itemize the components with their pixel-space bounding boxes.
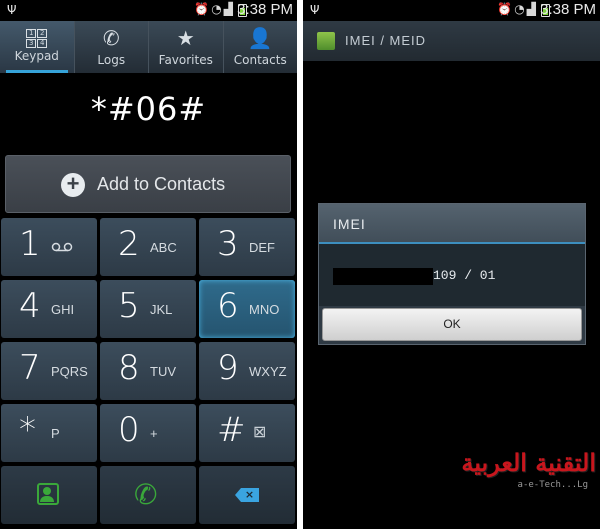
ok-button[interactable]: OK [322, 308, 582, 341]
phone-call-icon: ✆ [134, 478, 158, 511]
alarm-icon: ⏰ [497, 2, 515, 16]
key-8[interactable]: 8 TUV [100, 342, 196, 400]
tab-favorites[interactable]: ★ Favorites [149, 21, 224, 73]
dialer-tabs: 12 34 Keypad ✆ Logs ★ Favorites 👤 Contac… [0, 21, 297, 73]
key-4[interactable]: 4 GHI [1, 280, 97, 338]
key-3[interactable]: 3 DEF [199, 218, 295, 276]
key-digit: 0 [118, 410, 140, 450]
key-digit: 5 [118, 286, 140, 326]
status-bar: Ψ ⏰◔▟ 3:38 PM [303, 0, 600, 21]
tab-label: Logs [97, 53, 126, 67]
backspace-icon: × [235, 488, 259, 502]
screen-title: IMEI / MEID [345, 33, 427, 48]
key-letters: + [150, 426, 158, 441]
key-letters: MNO [249, 302, 280, 317]
watermark-sub: a-e-Tech...Lg [517, 480, 588, 490]
key-digit: # [217, 410, 246, 450]
usb-icon: Ψ [310, 3, 320, 17]
alarm-icon: ⏰ [194, 2, 212, 16]
dialog-title: IMEI [319, 204, 585, 244]
dialer-screen: Ψ ⏰◔▟ 3:38 PM 12 34 Keypad ✆ Logs ★ Favo… [0, 0, 297, 529]
person-icon: 👤 [247, 26, 273, 50]
status-icons: ⏰◔▟ [497, 2, 538, 16]
imei-value: 109 / 01 [433, 268, 496, 283]
key-1[interactable]: 1 [1, 218, 97, 276]
key-letters: PQRS [51, 364, 88, 379]
key-letters: P [51, 426, 60, 441]
watermark-main: التقنية العربية [461, 448, 596, 477]
status-bar: Ψ ⏰◔▟ 3:38 PM [0, 0, 297, 21]
status-icons: ⏰◔▟ [194, 2, 235, 16]
title-bar: IMEI / MEID [303, 21, 600, 61]
key-letters: GHI [51, 302, 75, 317]
vibrate-mute-icon: ⊠ [253, 422, 267, 441]
logs-icon: ✆ [102, 26, 120, 50]
usb-icon: Ψ [7, 3, 17, 17]
key-letters: TUV [150, 364, 176, 379]
key-6[interactable]: 6 MNO [199, 280, 295, 338]
key-digit: 1 [19, 224, 41, 264]
key-0[interactable]: 0 + [100, 404, 196, 462]
status-time: 3:38 PM [540, 1, 596, 18]
key-letters: JKL [150, 302, 173, 317]
wifi-icon: ◔ [514, 2, 527, 16]
dialog-body: 109 / 01 [319, 244, 585, 306]
key-digit: 6 [217, 286, 239, 326]
tab-label: Favorites [158, 53, 213, 67]
redaction-bar [333, 268, 433, 285]
key-hash[interactable]: # ⊠ [199, 404, 295, 462]
add-to-contacts-button[interactable]: + Add to Contacts [5, 155, 291, 213]
app-icon [317, 32, 335, 50]
plus-icon: + [61, 173, 85, 197]
key-2[interactable]: 2 ABC [100, 218, 196, 276]
status-time: 3:38 PM [237, 1, 293, 18]
key-letters: DEF [249, 240, 275, 255]
keypad-icon: 12 34 [26, 29, 48, 48]
key-digit: 4 [19, 286, 41, 326]
key-letters: ABC [150, 240, 177, 255]
key-digit: 3 [217, 224, 239, 264]
tab-keypad[interactable]: 12 34 Keypad [0, 21, 75, 73]
key-digit: 7 [19, 348, 41, 388]
tab-contacts[interactable]: 👤 Contacts [224, 21, 298, 73]
star-icon: ★ [176, 26, 195, 50]
watermark-logo: التقنية العربية a-e-Tech...Lg [440, 448, 600, 498]
key-9[interactable]: 9 WXYZ [199, 342, 295, 400]
contact-card-icon [37, 483, 59, 505]
imei-dialog: IMEI 109 / 01 OK [318, 203, 586, 345]
imei-screen: Ψ ⏰◔▟ 3:38 PM IMEI / MEID IMEI 109 / 01 … [303, 0, 600, 529]
call-button[interactable]: ✆ [100, 466, 196, 524]
key-star[interactable]: * P [1, 404, 97, 462]
add-to-contacts-label: Add to Contacts [97, 173, 226, 194]
voicemail-icon [51, 242, 73, 252]
add-contact-button[interactable] [1, 466, 97, 524]
key-digit: 9 [217, 348, 239, 388]
tab-label: Keypad [14, 49, 59, 63]
dialed-number[interactable]: *#06# [0, 90, 297, 128]
backspace-button[interactable]: × [199, 466, 295, 524]
key-5[interactable]: 5 JKL [100, 280, 196, 338]
key-7[interactable]: 7 PQRS [1, 342, 97, 400]
tab-logs[interactable]: ✆ Logs [75, 21, 149, 73]
tab-label: Contacts [233, 53, 287, 67]
key-digit: 8 [118, 348, 140, 388]
wifi-icon: ◔ [211, 2, 224, 16]
key-digit: 2 [118, 224, 140, 264]
key-letters: WXYZ [249, 364, 287, 379]
signal-icon: ▟ [526, 2, 538, 16]
signal-icon: ▟ [223, 2, 235, 16]
key-digit: * [19, 410, 36, 450]
